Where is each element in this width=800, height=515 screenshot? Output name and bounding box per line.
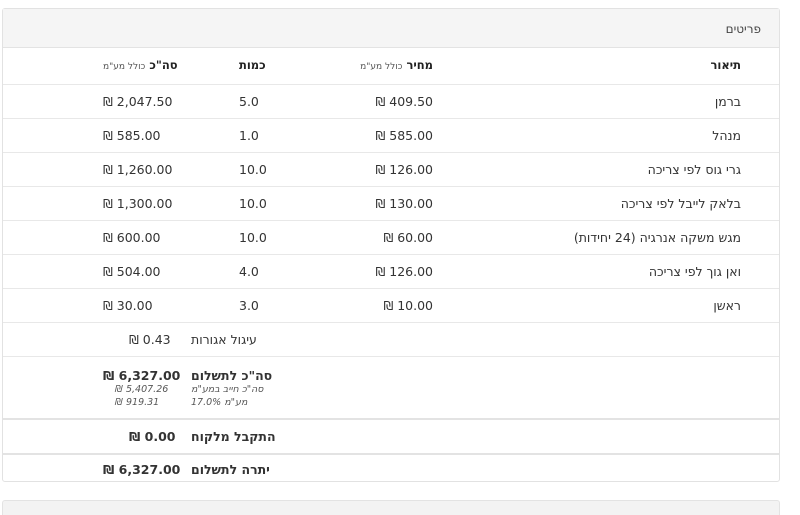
- items-panel: פריטים תיאור מחיר כולל מע"מ כמות סה"כ כו…: [2, 8, 780, 482]
- column-header-description: תיאור: [710, 58, 742, 72]
- item-total: ₪ 600.00: [103, 230, 161, 245]
- item-quantity: 3.0: [239, 298, 259, 313]
- item-total: ₪ 2,047.50: [103, 94, 173, 109]
- item-total: ₪ 1,300.00: [103, 196, 173, 211]
- table-row: מגש משקה אנרגיה (24 יחידות) ₪ 60.00 10.0…: [3, 220, 779, 255]
- item-total: ₪ 1,260.00: [103, 162, 173, 177]
- balance-value: ₪ 6,327.00: [103, 462, 181, 477]
- item-description: מנהל: [712, 128, 741, 143]
- column-header-total-label: סה"כ: [149, 58, 178, 72]
- table-row: ברמן ₪ 409.50 5.0 ₪ 2,047.50: [3, 84, 779, 119]
- summary-row: סה"כ לתשלום ₪ 6,327.00 סה"כ חייב במע"מ ₪…: [3, 356, 779, 420]
- column-header-total: סה"כ כולל מע"מ: [103, 58, 178, 72]
- item-price: ₪ 409.50: [375, 94, 433, 109]
- item-total: ₪ 30.00: [103, 298, 153, 313]
- total-label: סה"כ לתשלום: [191, 368, 273, 383]
- column-header-total-note: כולל מע"מ: [103, 62, 146, 72]
- item-quantity: 10.0: [239, 162, 267, 177]
- column-header-quantity: כמות: [239, 58, 266, 72]
- vat-base-label: סה"כ חייב במע"מ: [191, 384, 264, 395]
- item-price: ₪ 126.00: [375, 162, 433, 177]
- received-row: התקבל מלקוח ₪ 0.00: [3, 419, 779, 455]
- column-header-price-note: כולל מע"מ: [360, 62, 403, 72]
- panel-title: פריטים: [725, 22, 761, 36]
- panel-header: פריטים: [3, 9, 779, 48]
- item-description: מגש משקה אנרגיה (24 יחידות): [573, 230, 741, 245]
- item-quantity: 5.0: [239, 94, 259, 109]
- vat-value: ₪ 919.31: [115, 397, 160, 408]
- item-quantity: 10.0: [239, 230, 267, 245]
- item-quantity: 4.0: [239, 264, 259, 279]
- table-header-row: תיאור מחיר כולל מע"מ כמות סה"כ כולל מע"מ: [3, 47, 779, 85]
- item-price: ₪ 585.00: [375, 128, 433, 143]
- item-description: ואן גוך לפי צריכה: [648, 264, 741, 279]
- item-price: ₪ 130.00: [375, 196, 433, 211]
- item-description: בלאק לייבל לפי צריכה: [620, 196, 741, 211]
- rounding-row: עיגול אגורות ₪ 0.43: [3, 322, 779, 357]
- table-row: ואן גוך לפי צריכה ₪ 126.00 4.0 ₪ 504.00: [3, 254, 779, 289]
- item-quantity: 10.0: [239, 196, 267, 211]
- column-header-price-label: מחיר: [406, 58, 433, 72]
- vat-label: מע"מ 17.0%: [191, 397, 248, 408]
- table-row: בלאק לייבל לפי צריכה ₪ 130.00 10.0 ₪ 1,3…: [3, 186, 779, 221]
- item-price: ₪ 10.00: [383, 298, 433, 313]
- item-total: ₪ 585.00: [103, 128, 161, 143]
- item-description: ברמן: [714, 94, 741, 109]
- total-value: ₪ 6,327.00: [103, 368, 181, 383]
- received-label: התקבל מלקוח: [191, 429, 276, 444]
- table-row: גרי גוס לפי צריכה ₪ 126.00 10.0 ₪ 1,260.…: [3, 152, 779, 187]
- item-description: גרי גוס לפי צריכה: [647, 162, 741, 177]
- item-total: ₪ 504.00: [103, 264, 161, 279]
- rounding-value: ₪ 0.43: [129, 332, 171, 347]
- item-price: ₪ 60.00: [383, 230, 433, 245]
- item-quantity: 1.0: [239, 128, 259, 143]
- table-row: ראשן ₪ 10.00 3.0 ₪ 30.00: [3, 288, 779, 323]
- column-header-price: מחיר כולל מע"מ: [360, 58, 433, 72]
- next-panel-header: [2, 500, 780, 515]
- table-row: מנהל ₪ 585.00 1.0 ₪ 585.00: [3, 118, 779, 153]
- balance-row: יתרה לתשלום ₪ 6,327.00: [3, 455, 779, 482]
- vat-base-value: ₪ 5,407.26: [115, 384, 169, 395]
- item-price: ₪ 126.00: [375, 264, 433, 279]
- balance-label: יתרה לתשלום: [191, 462, 270, 477]
- rounding-label: עיגול אגורות: [191, 332, 257, 347]
- item-description: ראשן: [713, 298, 741, 313]
- received-value: ₪ 0.00: [129, 429, 176, 444]
